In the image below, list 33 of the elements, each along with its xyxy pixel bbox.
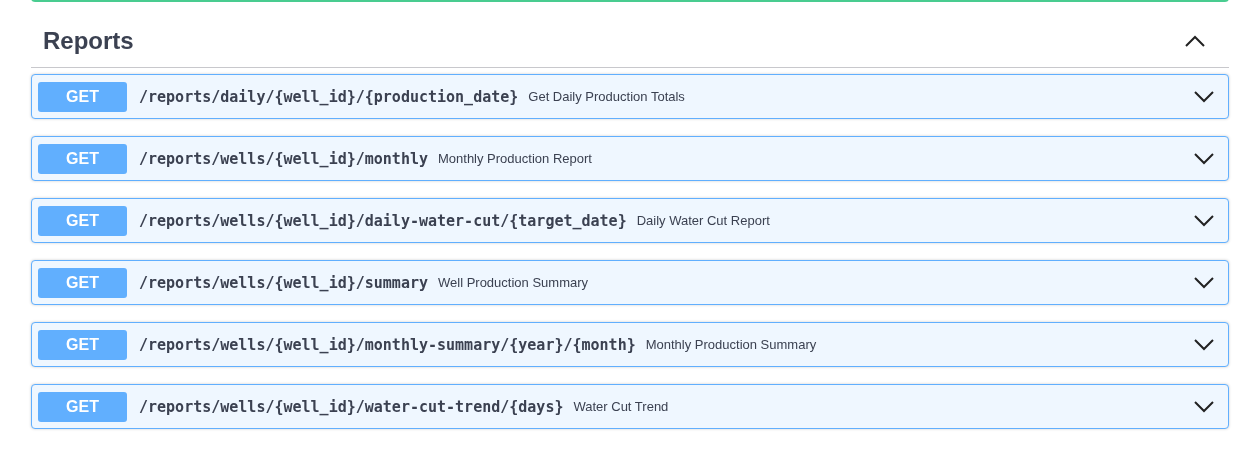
endpoint-summary: Monthly Production Summary xyxy=(645,337,818,352)
endpoint-row[interactable]: GET /reports/wells/{well_id}/monthly-summary/{year}/{month} Monthly Production Summary xyxy=(31,322,1229,367)
endpoint-path: /reports/wells/{well_id}/monthly-summary/{year}/{month} xyxy=(139,335,636,354)
chevron-down-icon xyxy=(1194,214,1214,227)
method-badge: GET xyxy=(38,267,127,298)
method-badge: GET xyxy=(38,329,127,360)
endpoint-summary: Water Cut Trend xyxy=(573,399,670,414)
endpoint-summary: Get Daily Production Totals xyxy=(528,89,686,104)
endpoint-row[interactable]: GET /reports/daily/{well_id}/{production_date} Get Daily Production Totals xyxy=(31,74,1229,119)
chevron-down-icon xyxy=(1194,400,1214,413)
chevron-down-icon xyxy=(1194,90,1214,103)
endpoint-path: /reports/wells/{well_id}/monthly xyxy=(139,149,428,168)
endpoint-path: /reports/wells/{well_id}/summary xyxy=(139,273,428,292)
endpoint-path: /reports/wells/{well_id}/daily-water-cut/{target_date} xyxy=(139,211,627,230)
method-badge: GET xyxy=(38,205,127,236)
chevron-up-icon xyxy=(1185,35,1205,47)
endpoint-path: /reports/daily/{well_id}/{production_date} xyxy=(139,87,519,106)
chevron-down-icon xyxy=(1194,152,1214,165)
endpoint-row[interactable]: GET /reports/wells/{well_id}/summary Well Production Summary xyxy=(31,260,1229,305)
endpoint-path: /reports/wells/{well_id}/water-cut-trend/{days} xyxy=(139,397,564,416)
chevron-down-icon xyxy=(1194,338,1214,351)
endpoint-summary: Monthly Production Report xyxy=(438,151,593,166)
method-badge: GET xyxy=(38,391,127,422)
section-title: Reports xyxy=(43,27,134,55)
endpoint-row[interactable]: GET /reports/wells/{well_id}/daily-water-cut/{target_date} Daily Water Cut Report xyxy=(31,198,1229,243)
endpoint-summary: Well Production Summary xyxy=(438,275,590,290)
chevron-down-icon xyxy=(1194,276,1214,289)
endpoint-row[interactable]: GET /reports/wells/{well_id}/monthly Monthly Production Report xyxy=(31,136,1229,181)
collapse-button[interactable] xyxy=(1185,35,1205,47)
endpoint-summary: Daily Water Cut Report xyxy=(636,213,771,228)
method-badge: GET xyxy=(38,143,127,174)
endpoint-row[interactable]: GET /reports/wells/{well_id}/water-cut-trend/{days} Water Cut Trend xyxy=(31,384,1229,429)
method-badge: GET xyxy=(38,81,127,112)
